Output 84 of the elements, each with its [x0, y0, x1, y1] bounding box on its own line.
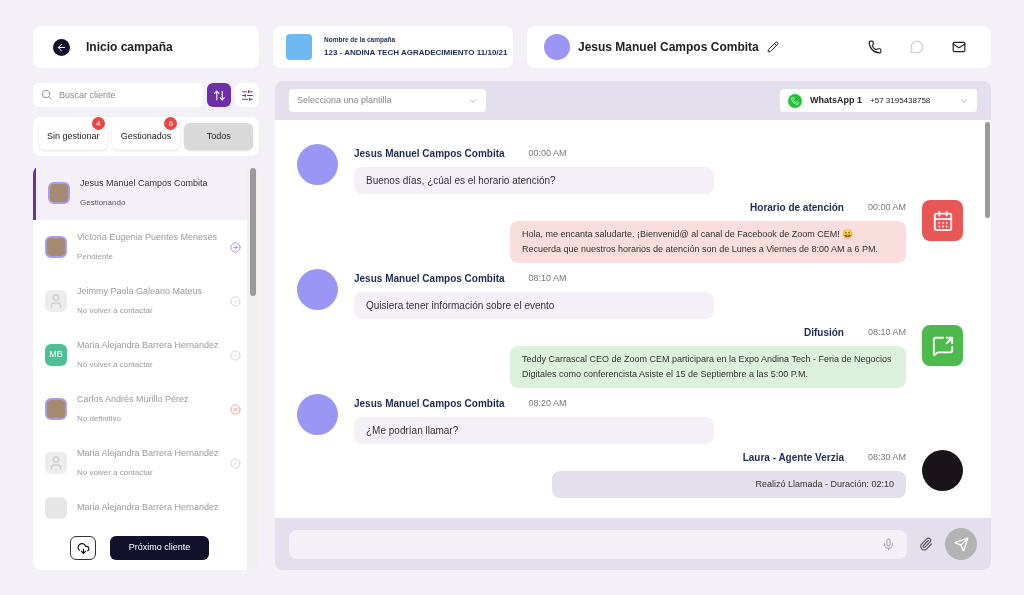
message-input[interactable] — [289, 529, 907, 559]
page-title: Inicio campaña — [86, 39, 173, 56]
channel-number: +57 3195438758 — [870, 94, 931, 107]
back-button[interactable] — [53, 38, 70, 56]
message-bubble: Buenos días, ¿cúal es el horario atención? — [354, 167, 714, 194]
client-name: Carlos Andrés Murillo Pérez — [77, 393, 190, 407]
check-circle-icon — [230, 295, 241, 307]
photo-placeholder — [297, 394, 338, 435]
client-status: Pendiente — [77, 250, 115, 263]
client-name: Maria Alejandra Barrera Hernandez — [77, 339, 220, 353]
message-author: Laura - Agente Verzia — [742, 451, 844, 465]
scrollbar-thumb[interactable] — [984, 122, 990, 218]
whatsapp-icon — [788, 93, 802, 108]
message-bubble: Teddy Carrascal CEO de Zoom CEM participara en la Expo Andina Tech - Feria de Negocios Digitales como conferencista Asiste el 15 de Septiembre a las 5:00 P.M. — [510, 346, 906, 388]
mail-icon[interactable] — [952, 40, 966, 54]
message-bubble: Realizó Llamada - Duración: 02:10 — [552, 471, 906, 498]
scrollbar-thumb[interactable] — [250, 168, 256, 296]
next-client-button[interactable]: Próximo cliente — [110, 536, 209, 560]
client-item[interactable]: Victoria Eugenia Puentes Meneses Pendiente — [33, 220, 247, 274]
message-author: Jesus Manuel Campos Combita — [354, 147, 505, 161]
client-item[interactable]: Jeimmy Paola Galeano Mateus No volver a contactar — [33, 274, 247, 328]
edit-icon[interactable] — [766, 41, 779, 53]
message-author: Horario de atención — [750, 201, 844, 215]
campaign-image-icon — [286, 34, 312, 60]
message-time: 00:00 AM — [867, 200, 906, 214]
sliders-icon — [240, 88, 254, 102]
phone-icon[interactable] — [868, 40, 882, 54]
campaign-name: 123 - ANDINA TECH AGRADECIMIENTO 11/10/21 — [324, 47, 508, 60]
channel-name: WhatsApp 1 — [810, 93, 862, 107]
client-status: No volver a contactar — [77, 304, 154, 317]
sort-button[interactable] — [207, 83, 231, 107]
client-name: Maria Alejandra Barrera Hernandez — [77, 447, 220, 461]
filter-tab[interactable]: Todos — [184, 123, 253, 150]
client-status: Gestionando — [80, 196, 127, 209]
check-circle-icon — [230, 457, 241, 469]
message-bubble: ¿Me podrían llamar? — [354, 417, 714, 444]
search-field[interactable]: Buscar cliente — [33, 83, 203, 107]
template-select[interactable]: Selecciona una plantilla — [289, 89, 486, 112]
photo-placeholder — [297, 269, 338, 310]
message-author: Jesus Manuel Campos Combita — [354, 397, 505, 411]
message-author: Jesus Manuel Campos Combita — [354, 272, 505, 286]
client-status: No definitivo — [77, 412, 123, 425]
message-time: 00:00 AM — [528, 146, 567, 160]
check-circle-icon — [230, 349, 241, 361]
photo-placeholder — [48, 182, 70, 204]
channel-select[interactable]: WhatsApp 1 +57 3195438758 — [780, 89, 977, 112]
message-bubble: Hola, me encanta saludarte. ¡Bienvenid@ al canal de Facebook de Zoom CEM! 😀 Recuerda que nuestros horarios de atención son de Lunes a Viernes de 8:00 AM a 6 PM. — [510, 221, 906, 263]
client-name: Jesus Manuel Campos Combita — [80, 177, 209, 191]
photo-placeholder — [544, 34, 570, 60]
send-icon — [953, 536, 969, 552]
message-time: 08:30 AM — [867, 450, 906, 464]
message-time: 08:10 AM — [867, 325, 906, 339]
client-item[interactable]: Jesus Manuel Campos Combita Gestionando — [33, 166, 247, 220]
sort-arrows-icon — [212, 88, 226, 102]
avatar-silhouette-icon — [45, 452, 67, 474]
message-author: Difusión — [803, 326, 844, 340]
client-item[interactable]: MB Maria Alejandra Barrera Hernandez No volver a contactar — [33, 328, 247, 382]
photo-placeholder — [922, 450, 963, 491]
download-button[interactable] — [70, 536, 96, 560]
search-icon — [41, 89, 52, 100]
client-status: No volver a contactar — [77, 358, 154, 371]
cloud-download-icon — [76, 541, 90, 555]
client-name: Jeimmy Paola Galeano Mateus — [77, 285, 204, 299]
client-status: No volver a contactar — [77, 466, 154, 479]
x-circle-icon — [230, 403, 241, 415]
client-item[interactable]: Carlos Andrés Murillo Pérez No definitivo — [33, 382, 247, 436]
contact-name: Jesus Manuel Campos Combita — [578, 39, 759, 56]
photo-placeholder — [45, 398, 67, 420]
client-item[interactable]: Maria Alejandra Barrera Hernandez No volver a contactar — [33, 436, 247, 490]
avatar-initials: MB — [45, 344, 67, 366]
message-bubble: Quisiera tener información sobre el evento — [354, 292, 714, 319]
message-time: 08:10 AM — [528, 271, 567, 285]
filter-button[interactable] — [235, 83, 259, 107]
arrow-left-icon — [56, 41, 67, 53]
message-time: 08:20 AM — [528, 396, 567, 410]
client-item[interactable]: Maria Alejandra Barrera Hernandez — [33, 490, 247, 526]
arrow-circle-icon — [230, 241, 241, 253]
attach-icon[interactable] — [919, 537, 933, 551]
avatar-silhouette-icon — [45, 290, 67, 312]
photo-placeholder — [297, 144, 338, 185]
avatar-placeholder — [45, 497, 67, 519]
client-name: Maria Alejandra Barrera Hernandez — [77, 501, 220, 515]
photo-placeholder — [45, 236, 67, 258]
client-name: Victoria Eugenia Puentes Meneses — [77, 231, 218, 245]
